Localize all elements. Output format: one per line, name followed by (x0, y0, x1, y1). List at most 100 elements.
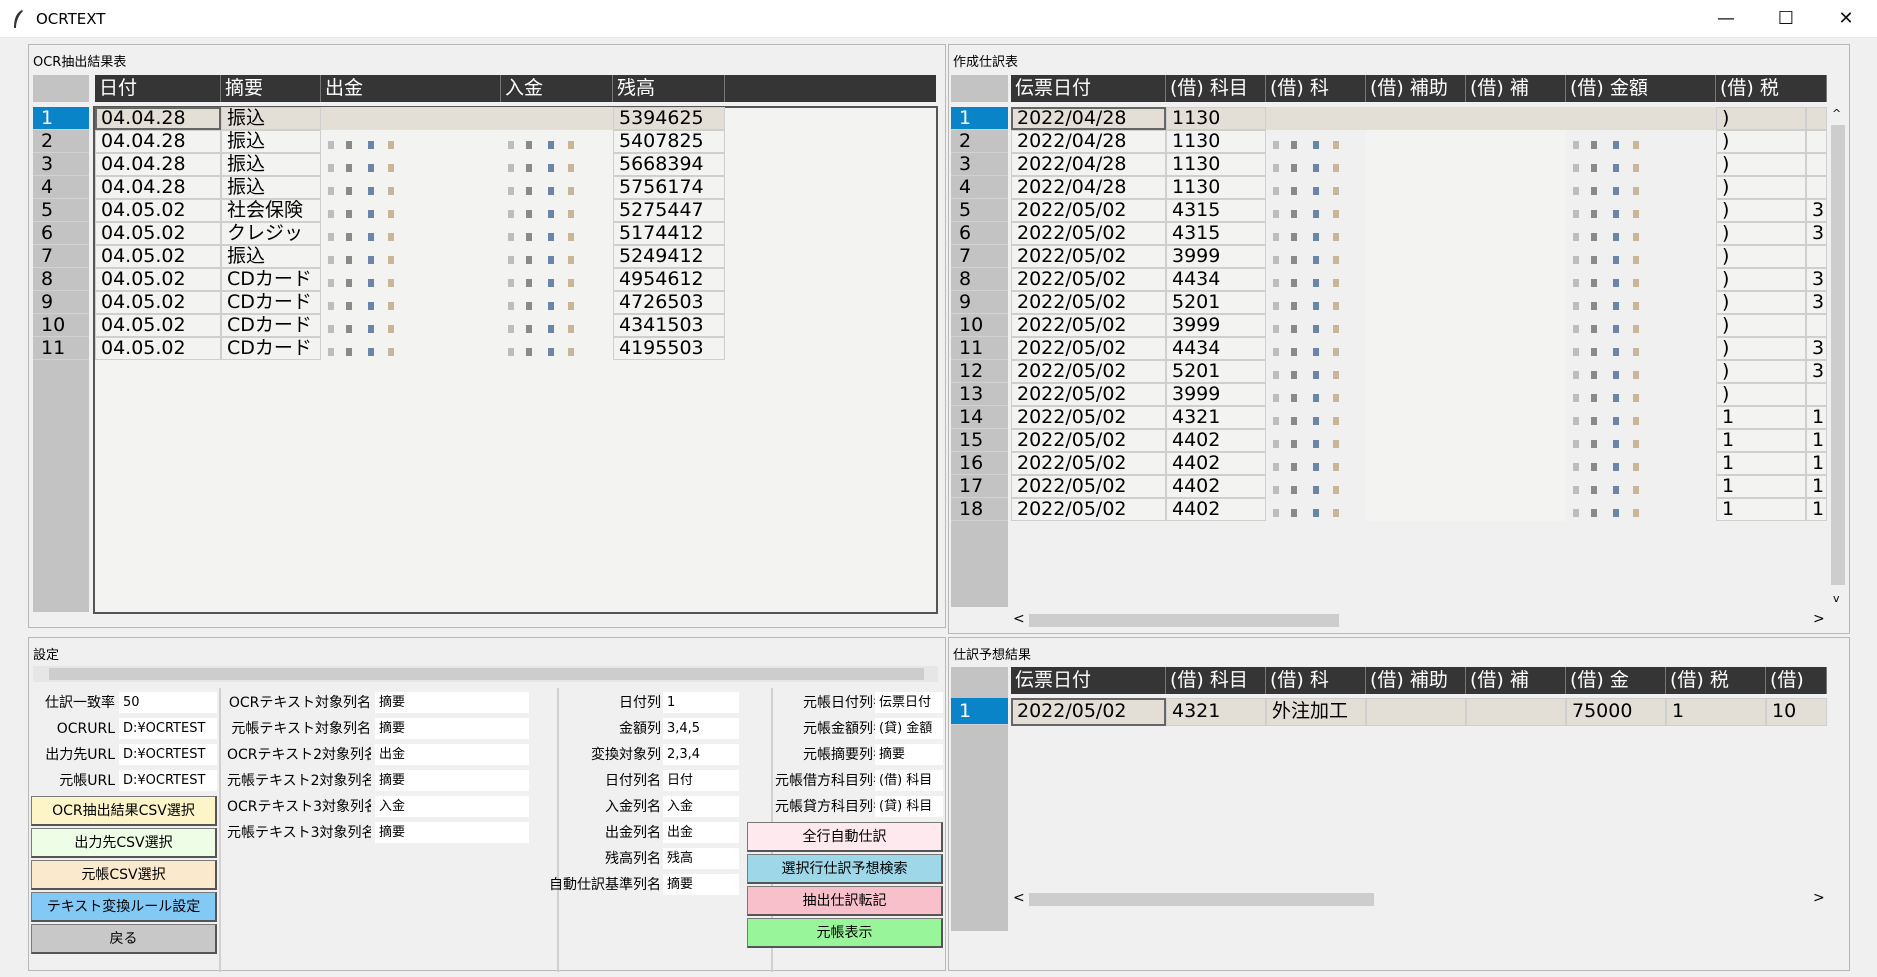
prediction-cell-sub2[interactable] (1466, 698, 1566, 726)
journal-cell-tax2[interactable] (1806, 383, 1827, 406)
ocr-cell-memo[interactable]: CDカード (221, 314, 321, 337)
setting-col2-input-1[interactable]: 摘要 (375, 718, 529, 739)
journal-cell-code[interactable]: 4321 (1166, 406, 1266, 429)
setting-col4-input-0[interactable]: 伝票日付 (875, 692, 943, 713)
ocr-cell-withdraw-redacted[interactable] (321, 314, 501, 337)
ocr-cell-withdraw-redacted[interactable] (321, 199, 501, 222)
journal-cell-date[interactable]: 2022/05/02 (1011, 383, 1166, 406)
journal-cell-code[interactable]: 3999 (1166, 314, 1266, 337)
setting-col3-input-4[interactable]: 入金 (663, 796, 739, 817)
journal-cell-sub[interactable] (1366, 107, 1466, 130)
journal-row-header[interactable]: 13 (951, 383, 1008, 406)
journal-cell-tax2[interactable]: 3 (1806, 337, 1827, 360)
journal-cell-sub2[interactable] (1466, 452, 1566, 475)
scroll-left-icon[interactable]: < (1013, 890, 1025, 906)
journal-cell-amount-redacted[interactable] (1566, 452, 1716, 475)
setting-col3-input-6[interactable]: 残高 (663, 848, 739, 869)
journal-cell-tax[interactable]: ) (1716, 337, 1806, 360)
ocr-cell-deposit-redacted[interactable] (501, 291, 613, 314)
ocr-cell-balance[interactable]: 5174412 (613, 222, 725, 245)
journal-cell-date[interactable]: 2022/05/02 (1011, 452, 1166, 475)
ocr-row-header[interactable]: 8 (33, 268, 89, 291)
setting-col3-input-3[interactable]: 日付 (663, 770, 739, 791)
journal-cell-tax2[interactable]: 1 (1806, 452, 1827, 475)
ocr-row-header[interactable]: 7 (33, 245, 89, 268)
journal-cell-date[interactable]: 2022/04/28 (1011, 107, 1166, 130)
journal-cell-tax[interactable]: ) (1716, 222, 1806, 245)
journal-col-debit-sub2[interactable]: (借) 補 (1466, 75, 1566, 102)
journal-cell-sub[interactable] (1366, 452, 1466, 475)
setting-col2-input-3[interactable]: 摘要 (375, 770, 529, 791)
journal-cell-date[interactable]: 2022/05/02 (1011, 314, 1166, 337)
journal-row-header[interactable]: 17 (951, 475, 1008, 498)
journal-cell-tax[interactable]: ) (1716, 130, 1806, 153)
settings-button-3[interactable]: テキスト変換ルール設定 (31, 892, 217, 922)
journal-cell-amount-redacted[interactable] (1566, 360, 1716, 383)
journal-cell-tax2[interactable]: 3 (1806, 199, 1827, 222)
prediction-col-debit-name[interactable]: (借) 科 (1266, 667, 1366, 694)
ocr-cell-deposit-redacted[interactable] (501, 245, 613, 268)
prediction-cell-tax[interactable]: 1 (1666, 698, 1766, 726)
scroll-right-icon[interactable]: > (1813, 611, 1825, 627)
journal-cell-tax[interactable]: ) (1716, 153, 1806, 176)
journal-cell-date[interactable]: 2022/05/02 (1011, 337, 1166, 360)
prediction-col-debit-amount[interactable]: (借) 金 (1566, 667, 1666, 694)
journal-cell-sub[interactable] (1366, 245, 1466, 268)
prediction-cell-name[interactable]: 外注加工 (1266, 698, 1366, 726)
ocr-cell-memo[interactable]: 振込 (221, 107, 321, 130)
ocr-cell-date[interactable]: 04.05.02 (95, 222, 221, 245)
action-button-0[interactable]: 全行自動仕訳 (747, 822, 943, 852)
journal-cell-tax2[interactable] (1806, 176, 1827, 199)
close-button[interactable]: ✕ (1823, 0, 1869, 38)
ocr-cell-balance[interactable]: 4954612 (613, 268, 725, 291)
ocr-cell-withdraw-redacted[interactable] (321, 268, 501, 291)
journal-cell-sub2[interactable] (1466, 107, 1566, 130)
journal-cell-amount-redacted[interactable] (1566, 406, 1716, 429)
journal-cell-tax2[interactable] (1806, 130, 1827, 153)
journal-cell-tax2[interactable]: 1 (1806, 429, 1827, 452)
settings-button-0[interactable]: OCR抽出結果CSV選択 (31, 796, 217, 826)
ocr-cell-deposit-redacted[interactable] (501, 268, 613, 291)
ocr-col-balance[interactable]: 残高 (613, 75, 725, 102)
journal-cell-name-redacted[interactable] (1266, 199, 1366, 222)
setting-col2-input-0[interactable]: 摘要 (375, 692, 529, 713)
journal-cell-date[interactable]: 2022/05/02 (1011, 475, 1166, 498)
journal-col-debit-sub[interactable]: (借) 補助 (1366, 75, 1466, 102)
journal-cell-sub[interactable] (1366, 406, 1466, 429)
journal-cell-date[interactable]: 2022/05/02 (1011, 498, 1166, 521)
settings-hscroll[interactable] (33, 666, 938, 682)
maximize-button[interactable]: ☐ (1763, 0, 1809, 38)
journal-cell-name-redacted[interactable] (1266, 475, 1366, 498)
journal-cell-amount-redacted[interactable] (1566, 107, 1716, 130)
journal-cell-tax2[interactable]: 1 (1806, 406, 1827, 429)
journal-cell-amount-redacted[interactable] (1566, 337, 1716, 360)
scroll-up-icon[interactable]: ^ (1832, 107, 1841, 120)
setting-col2-input-4[interactable]: 入金 (375, 796, 529, 817)
ocr-cell-date[interactable]: 04.04.28 (95, 130, 221, 153)
setting-col4-input-2[interactable]: 摘要 (875, 744, 943, 765)
journal-cell-name-redacted[interactable] (1266, 498, 1366, 521)
journal-cell-code[interactable]: 4402 (1166, 498, 1266, 521)
journal-cell-name-redacted[interactable] (1266, 245, 1366, 268)
prediction-col-debit-code[interactable]: (借) 科目 (1166, 667, 1266, 694)
ocr-row-header[interactable]: 1 (33, 107, 89, 130)
settings-button-1[interactable]: 出力先CSV選択 (31, 828, 217, 858)
journal-cell-code[interactable]: 3999 (1166, 383, 1266, 406)
ocr-col-withdraw[interactable]: 出金 (321, 75, 501, 102)
journal-col-debit-amount[interactable]: (借) 金額 (1566, 75, 1716, 102)
settings-button-4[interactable]: 戻る (31, 924, 217, 954)
journal-cell-name-redacted[interactable] (1266, 222, 1366, 245)
journal-cell-amount-redacted[interactable] (1566, 429, 1716, 452)
journal-row-header[interactable]: 7 (951, 245, 1008, 268)
journal-cell-name-redacted[interactable] (1266, 360, 1366, 383)
journal-cell-sub[interactable] (1366, 153, 1466, 176)
journal-cell-date[interactable]: 2022/05/02 (1011, 360, 1166, 383)
journal-cell-tax[interactable]: 1 (1716, 452, 1806, 475)
journal-cell-name-redacted[interactable] (1266, 452, 1366, 475)
journal-row-header[interactable]: 3 (951, 153, 1008, 176)
setting-input-2[interactable]: D:¥OCRTEST (119, 744, 217, 765)
journal-cell-code[interactable]: 5201 (1166, 360, 1266, 383)
journal-col-debit-name[interactable]: (借) 科 (1266, 75, 1366, 102)
journal-cell-name-redacted[interactable] (1266, 291, 1366, 314)
journal-cell-amount-redacted[interactable] (1566, 176, 1716, 199)
